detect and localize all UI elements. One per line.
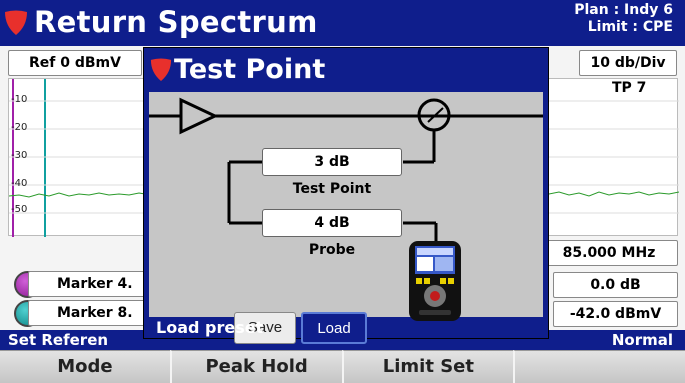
load-button[interactable]: Load (301, 312, 367, 344)
y-tick-label: -50 (11, 204, 28, 215)
dialog-hint: Load preset (156, 318, 264, 337)
softkey-peak-hold[interactable]: Peak Hold (169, 350, 342, 383)
probe-caption: Probe (308, 242, 356, 258)
scale-field[interactable]: 10 db/Div (579, 50, 677, 76)
level-readout: -42.0 dBmV (553, 301, 678, 327)
marker-8-button[interactable]: Marker 8. (28, 300, 148, 326)
y-tick-label: -30 (11, 150, 28, 161)
status-mode: Normal (611, 331, 673, 349)
softkey-limit-set[interactable]: Limit Set (341, 350, 514, 383)
marker-4-label: Marker 4. (57, 276, 133, 292)
softkey-bar: Mode Peak Hold Limit Set (0, 350, 685, 383)
plan-limit-info: Plan : Indy 6 Limit : CPE (574, 2, 673, 36)
test-point-indicator: TP 7 (612, 80, 647, 96)
dialog-body: 3 dB Test Point 4 dB Probe Save Load (149, 92, 543, 344)
test-point-value-field[interactable]: 3 dB (262, 148, 402, 176)
screen: Return Spectrum Plan : Indy 6 Limit : CP… (0, 0, 685, 383)
y-tick-label: -10 (11, 94, 28, 105)
marker-8-label: Marker 8. (57, 305, 133, 321)
marker-4-button[interactable]: Marker 4. (28, 271, 148, 297)
plan-label: Plan : Indy 6 (574, 2, 673, 18)
probe-value-field[interactable]: 4 dB (262, 209, 402, 237)
test-point-dialog: Test Point 3 dB Test Point 4 dB Probe Sa… (143, 47, 549, 344)
brand-logo-icon (150, 58, 172, 81)
app-title: Return Spectrum (34, 5, 318, 39)
softkey-mode[interactable]: Mode (0, 350, 170, 383)
status-message: Set Referen (8, 331, 109, 349)
softkey-empty[interactable] (513, 350, 685, 383)
delta-readout: 0.0 dB (553, 272, 678, 298)
frequency-readout[interactable]: 85.000 MHz (540, 240, 678, 266)
y-tick-label: -40 (11, 178, 28, 189)
dialog-title: Test Point (174, 54, 326, 85)
y-tick-label: -20 (11, 122, 28, 133)
ref-level-field[interactable]: Ref 0 dBmV (8, 50, 142, 76)
test-point-caption: Test Point (292, 181, 372, 197)
title-bar: Return Spectrum Plan : Indy 6 Limit : CP… (0, 0, 685, 46)
limit-label: Limit : CPE (587, 19, 673, 35)
test-point-diagram (149, 97, 543, 242)
brand-logo-icon (5, 10, 27, 35)
meter-device-icon (409, 241, 461, 321)
